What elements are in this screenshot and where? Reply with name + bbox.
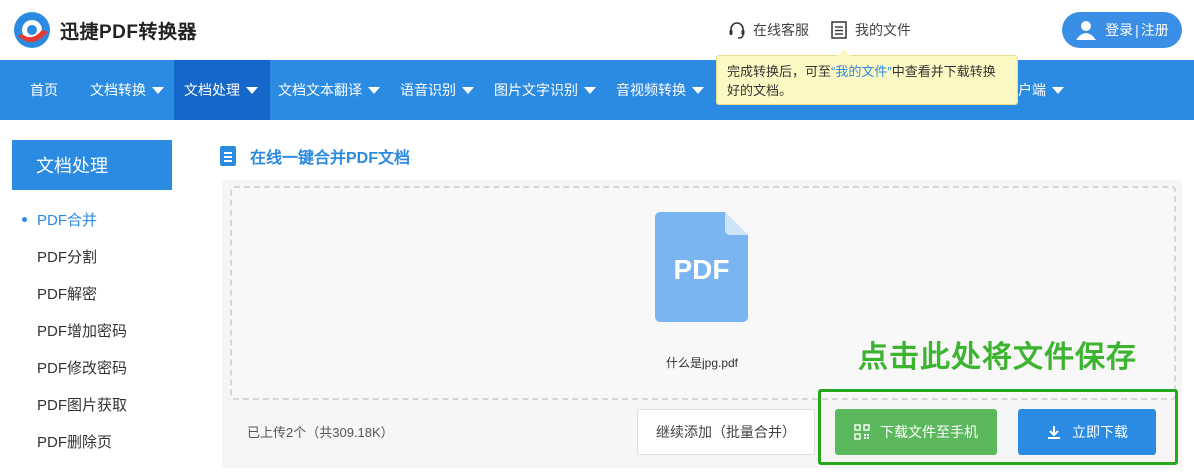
caret-down-icon <box>692 86 704 94</box>
nav-item-label: 图片文字识别 <box>494 82 578 98</box>
download-to-phone-label: 下载文件至手机 <box>880 424 978 440</box>
pdf-file-icon: PDF <box>655 212 748 322</box>
sidebar-item-label: PDF解密 <box>37 285 98 303</box>
sidebar-item-label: PDF增加密码 <box>37 322 128 340</box>
caret-down-icon <box>462 86 474 94</box>
sidebar-item-label: PDF图片获取 <box>37 396 128 414</box>
caret-down-icon <box>246 86 258 94</box>
login-register-button[interactable]: 登录 | 注册 <box>1062 12 1182 48</box>
document-icon <box>220 146 236 166</box>
section-title-text: 在线一键合并PDF文档 <box>250 150 411 167</box>
sidebar-item-label: PDF修改密码 <box>37 359 128 377</box>
nav-item-label: 文档处理 <box>184 82 240 98</box>
nav-item-label: 文档转换 <box>90 82 146 98</box>
file-list-icon <box>829 20 849 40</box>
sidebar-item-label: PDF合并 <box>37 211 98 229</box>
sidebar-item-pdf-merge[interactable]: PDF合并 <box>22 205 97 233</box>
headset-icon <box>727 20 747 40</box>
sidebar-item-pdf-add-password[interactable]: PDF增加密码 <box>22 316 127 344</box>
login-separator: | <box>1135 22 1139 38</box>
caret-down-icon <box>368 86 380 94</box>
sidebar-item-pdf-decrypt[interactable]: PDF解密 <box>22 279 97 307</box>
nav-item-home[interactable]: 首页 <box>0 60 88 120</box>
sidebar-title: 文档处理 <box>12 140 172 190</box>
sidebar-item-pdf-change-password[interactable]: PDF修改密码 <box>22 353 127 381</box>
caret-down-icon <box>584 86 596 94</box>
nav-item-doc-convert[interactable]: 文档转换 <box>88 60 174 120</box>
tooltip-text-before: 完成转换后，可至 <box>727 64 832 79</box>
nav-item-client[interactable]: 户端 <box>1018 60 1078 120</box>
save-hint-annotation: 点击此处将文件保存 <box>858 341 1137 374</box>
nav-item-doc-process[interactable]: 文档处理 <box>174 60 270 120</box>
nav-item-label: 户端 <box>1018 82 1046 98</box>
upload-count: 已上传2个（共309.18K） <box>247 425 394 440</box>
register-label[interactable]: 注册 <box>1141 20 1169 40</box>
logo-text: 迅捷PDF转换器 <box>60 21 198 43</box>
my-files-label: 我的文件 <box>855 22 911 38</box>
online-service-link[interactable]: 在线客服 <box>727 18 809 42</box>
sidebar-item-label: PDF分割 <box>37 248 98 266</box>
download-icon <box>1046 424 1062 440</box>
download-now-label: 立即下载 <box>1072 424 1128 440</box>
uploaded-file-name: 什么是jpg.pdf <box>665 356 739 370</box>
user-icon <box>1075 19 1097 41</box>
section-title: 在线一键合并PDF文档 <box>220 143 410 169</box>
header: 迅捷PDF转换器 在线客服 我的文件 登录 | 注册 <box>0 0 1194 60</box>
download-to-phone-button[interactable]: 下载文件至手机 <box>835 409 997 455</box>
sidebar-item-pdf-image-extract[interactable]: PDF图片获取 <box>22 390 127 418</box>
tooltip-my-files-link[interactable]: “我的文件” <box>831 64 892 79</box>
nav-item-ocr[interactable]: 图片文字识别 <box>494 60 608 120</box>
nav-item-label: 语音识别 <box>400 82 456 98</box>
nav-item-speech[interactable]: 语音识别 <box>400 60 486 120</box>
logo-icon <box>12 10 52 50</box>
nav-item-translate[interactable]: 文档文本翻译 <box>278 60 390 120</box>
my-files-link[interactable]: 我的文件 <box>829 18 911 42</box>
sidebar-item-pdf-delete-page[interactable]: PDF删除页 <box>22 427 112 455</box>
login-label[interactable]: 登录 <box>1105 20 1133 40</box>
sidebar-item-label: PDF删除页 <box>37 433 113 451</box>
online-service-label: 在线客服 <box>753 22 809 38</box>
active-dot-icon <box>22 216 27 222</box>
my-files-tooltip: 完成转换后，可至“我的文件”中查看并下载转换好的文档。 <box>716 49 1018 105</box>
continue-add-button[interactable]: 继续添加（批量合并） <box>637 409 815 455</box>
logo[interactable]: 迅捷PDF转换器 <box>12 10 197 50</box>
caret-down-icon <box>1052 86 1064 94</box>
sidebar-item-pdf-split[interactable]: PDF分割 <box>22 242 97 270</box>
caret-down-icon <box>152 86 164 94</box>
nav-item-media[interactable]: 音视频转换 <box>616 60 716 120</box>
nav-item-label: 文档文本翻译 <box>278 82 362 98</box>
nav-item-label: 音视频转换 <box>616 82 686 98</box>
download-now-button[interactable]: 立即下载 <box>1018 409 1156 455</box>
nav-item-label: 首页 <box>30 82 58 98</box>
qr-code-icon <box>854 424 870 440</box>
pdf-icon-label: PDF <box>673 254 730 285</box>
